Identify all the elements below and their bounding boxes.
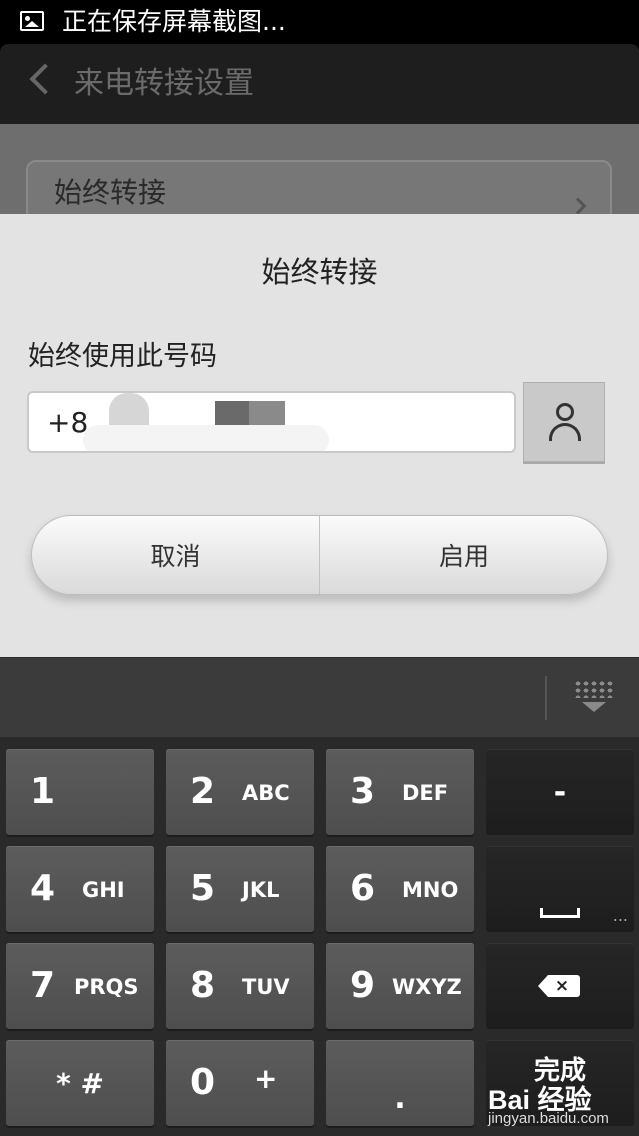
key-7[interactable]: 7 PRQS (6, 943, 154, 1029)
key-digit: 7 (30, 965, 56, 1006)
divider (545, 676, 547, 720)
key-5[interactable]: 5 JKL (166, 846, 314, 932)
key-backspace[interactable]: × (486, 943, 634, 1029)
list-item-label: 始终转接 (54, 176, 167, 209)
phone-number-value: +8 (47, 406, 89, 439)
key-digit: 8 (190, 965, 216, 1006)
redaction-mark (249, 401, 285, 427)
key-digit: 4 (30, 868, 56, 909)
dialog-button-group: 取消 启用 (31, 515, 608, 595)
key-letters: DEF (402, 781, 449, 805)
key-4[interactable]: 4 GHI (6, 846, 154, 932)
key-dash[interactable]: - (486, 749, 634, 835)
key-digit: 9 (350, 965, 376, 1006)
dialog-title: 始终转接 (261, 255, 378, 289)
key-letters: TUV (242, 975, 290, 999)
redaction-mark (83, 425, 329, 451)
app-bar: 来电转接设置 (0, 44, 639, 124)
key-letters: WXYZ (392, 975, 462, 999)
forward-dialog: 始终转接 始终使用此号码 +8 取消 启用 (0, 214, 639, 657)
key-space[interactable]: ... (486, 846, 634, 932)
key-1[interactable]: 1 (6, 749, 154, 835)
key-digit: 1 (30, 771, 56, 812)
key-8[interactable]: 8 TUV (166, 943, 314, 1029)
key-9[interactable]: 9 WXYZ (326, 943, 474, 1029)
key-letters: GHI (82, 878, 125, 902)
key-letters: ABC (242, 781, 290, 805)
keyboard-toolbar (0, 657, 639, 737)
key-symbol: * # (56, 1066, 104, 1100)
key-star-hash[interactable]: * # (6, 1040, 154, 1126)
redaction-mark (109, 393, 149, 427)
key-3[interactable]: 3 DEF (326, 749, 474, 835)
key-6[interactable]: 6 MNO (326, 846, 474, 932)
status-bar: 正在保存屏幕截图... (0, 0, 639, 44)
key-digit: 6 (350, 868, 376, 909)
person-icon-body (549, 423, 581, 441)
keyboard-hide-icon[interactable] (574, 680, 614, 716)
cancel-button[interactable]: 取消 (32, 516, 320, 594)
backspace-icon: × (538, 975, 582, 997)
enable-button[interactable]: 启用 (320, 516, 607, 594)
key-0[interactable]: 0 + (166, 1040, 314, 1126)
key-digit: 5 (190, 868, 216, 909)
key-symbol: . (394, 1080, 406, 1116)
field-label: 始终使用此号码 (28, 341, 217, 372)
status-text: 正在保存屏幕截图... (62, 7, 286, 36)
baidu-watermark: Bai 经验 jingyan.baidu.com (486, 1076, 636, 1132)
person-icon (556, 403, 574, 421)
settings-list: 始终转接 (0, 124, 639, 240)
image-icon (20, 11, 44, 31)
key-letters: JKL (242, 878, 280, 902)
key-symbol: - (553, 774, 567, 810)
key-2[interactable]: 2 ABC (166, 749, 314, 835)
key-digit: 3 (350, 771, 376, 812)
key-letters: + (254, 1062, 278, 1095)
watermark-url: jingyan.baidu.com (488, 1110, 609, 1127)
key-digit: 0 (190, 1062, 216, 1103)
key-dot[interactable]: . (326, 1040, 474, 1126)
page-title: 来电转接设置 (74, 66, 254, 101)
chevron-right-icon (569, 197, 587, 215)
chevron-left-icon[interactable] (29, 63, 61, 95)
pick-contact-button[interactable] (523, 382, 605, 462)
key-letters: MNO (402, 878, 459, 902)
more-dots: ... (612, 906, 628, 925)
key-letters: PRQS (74, 975, 139, 999)
key-digit: 2 (190, 771, 216, 812)
phone-number-input[interactable]: +8 (27, 391, 516, 453)
space-icon (540, 908, 580, 918)
